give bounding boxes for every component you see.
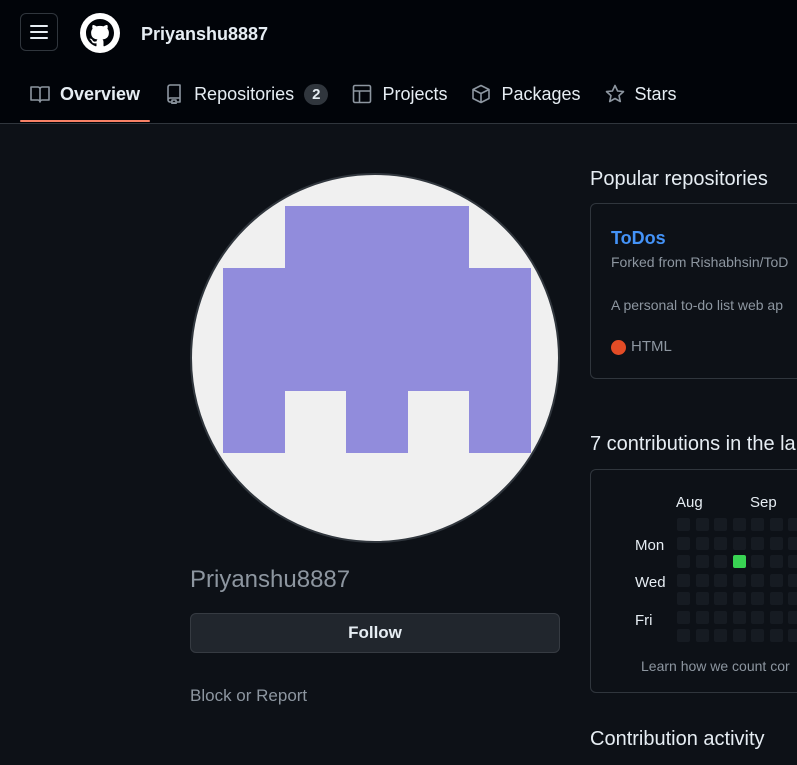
table-icon xyxy=(352,84,372,104)
avatar-identicon-block xyxy=(469,391,531,453)
contribution-day-cell[interactable] xyxy=(677,518,690,531)
month-label: Aug xyxy=(676,494,703,511)
contribution-graph: Aug Sep Mon Wed Fri Learn how we count c… xyxy=(590,469,797,693)
contribution-day-cell[interactable] xyxy=(751,610,764,624)
menu-button[interactable] xyxy=(20,13,58,51)
contribution-day-cell[interactable] xyxy=(714,536,727,550)
contribution-day-cell[interactable] xyxy=(695,555,709,568)
contribution-day-cell[interactable] xyxy=(788,610,797,624)
top-header: Priyanshu8887 Overview Repositories 2 Pr… xyxy=(0,0,797,124)
contribution-day-cell[interactable] xyxy=(751,573,764,587)
tab-label: Stars xyxy=(634,83,677,104)
contribution-day-cell[interactable] xyxy=(677,573,690,587)
repo-icon xyxy=(164,84,184,104)
contribution-day-cell[interactable] xyxy=(695,573,709,587)
book-icon xyxy=(30,84,50,104)
day-label: Fri xyxy=(635,612,653,629)
popular-repos-title: Popular repositories xyxy=(590,168,768,190)
contribution-activity-title: Contribution activity xyxy=(590,728,765,750)
contribution-day-cell[interactable] xyxy=(732,518,746,531)
repo-language: HTML xyxy=(631,338,672,355)
repo-forked-from[interactable]: Forked from Rishabhsin/ToD xyxy=(611,254,788,270)
contribution-day-cell[interactable] xyxy=(677,592,690,605)
tab-label: Projects xyxy=(382,83,448,104)
contribution-day-cell[interactable] xyxy=(695,518,709,531)
contribution-day-cell[interactable] xyxy=(769,573,783,587)
contribution-day-cell[interactable] xyxy=(714,573,727,587)
contribution-day-cell[interactable] xyxy=(769,592,783,605)
month-label: Sep xyxy=(750,494,777,511)
tab-repositories[interactable]: Repositories 2 xyxy=(154,72,338,116)
tab-label: Repositories xyxy=(194,83,295,104)
repo-description: A personal to-do list web ap xyxy=(611,297,783,313)
contribution-day-cell[interactable] xyxy=(732,610,746,624)
profile-tabs: Overview Repositories 2 Projects Package… xyxy=(20,72,691,122)
tab-projects[interactable]: Projects xyxy=(342,72,457,116)
repo-card: ToDos Forked from Rishabhsin/ToD A perso… xyxy=(590,203,797,379)
contribution-day-cell[interactable] xyxy=(695,592,709,605)
tab-packages[interactable]: Packages xyxy=(461,72,590,116)
contribution-day-cell[interactable] xyxy=(714,592,727,605)
contribution-day-cell[interactable] xyxy=(732,629,746,642)
block-or-report-link[interactable]: Block or Report xyxy=(190,686,307,706)
contribution-day-cell[interactable] xyxy=(788,536,797,550)
day-label: Mon xyxy=(635,537,665,554)
contribution-day-cell[interactable] xyxy=(751,536,764,550)
contribution-day-cell[interactable] xyxy=(751,555,764,568)
star-icon xyxy=(605,84,625,104)
avatar-identicon-block xyxy=(285,206,469,268)
learn-contributions-link[interactable]: Learn how we count cor xyxy=(641,658,790,674)
contribution-day-cell[interactable] xyxy=(695,610,709,624)
contribution-day-cell[interactable] xyxy=(788,555,797,568)
contribution-day-cell[interactable] xyxy=(751,629,764,642)
contribution-day-cell[interactable] xyxy=(788,592,797,605)
contribution-day-cell[interactable] xyxy=(714,555,727,568)
contributions-title: 7 contributions in the la xyxy=(590,433,796,455)
contribution-day-cell[interactable] xyxy=(732,555,746,568)
header-username[interactable]: Priyanshu8887 xyxy=(141,24,268,45)
avatar-identicon-block xyxy=(223,268,531,391)
github-logo-icon[interactable] xyxy=(80,13,120,53)
contribution-day-cell[interactable] xyxy=(732,592,746,605)
contribution-day-cell[interactable] xyxy=(677,629,690,642)
contribution-day-cell[interactable] xyxy=(714,518,727,531)
avatar xyxy=(190,173,560,543)
contribution-day-cell[interactable] xyxy=(751,592,764,605)
contribution-day-cell[interactable] xyxy=(788,629,797,642)
day-label: Wed xyxy=(635,574,666,591)
tab-overview[interactable]: Overview xyxy=(20,72,151,122)
contribution-day-cell[interactable] xyxy=(769,610,783,624)
contribution-day-cell[interactable] xyxy=(677,536,690,550)
contribution-day-cell[interactable] xyxy=(769,629,783,642)
contribution-day-cell[interactable] xyxy=(695,536,709,550)
tab-label: Packages xyxy=(501,83,581,104)
tab-label: Overview xyxy=(60,83,141,104)
contribution-day-cell[interactable] xyxy=(732,573,746,587)
profile-username: Priyanshu8887 xyxy=(190,566,351,593)
avatar-identicon-block xyxy=(346,391,408,453)
contribution-day-cell[interactable] xyxy=(732,536,746,550)
contribution-day-cell[interactable] xyxy=(677,610,690,624)
repo-count-badge: 2 xyxy=(304,83,329,105)
follow-button[interactable]: Follow xyxy=(190,613,560,653)
package-icon xyxy=(471,84,491,104)
contribution-day-cell[interactable] xyxy=(788,518,797,531)
repo-name-link[interactable]: ToDos xyxy=(611,228,666,249)
hamburger-icon xyxy=(30,25,48,39)
contribution-day-cell[interactable] xyxy=(769,555,783,568)
contribution-day-cell[interactable] xyxy=(695,629,709,642)
contribution-day-cell[interactable] xyxy=(769,536,783,550)
tab-stars[interactable]: Stars xyxy=(595,72,687,116)
contribution-day-cell[interactable] xyxy=(788,573,797,587)
avatar-identicon-block xyxy=(223,391,285,453)
contribution-day-cell[interactable] xyxy=(677,555,690,568)
language-color-dot xyxy=(611,340,626,355)
contribution-day-cell[interactable] xyxy=(751,518,764,531)
contribution-day-cell[interactable] xyxy=(714,629,727,642)
contribution-day-cell[interactable] xyxy=(769,518,783,531)
contribution-day-cell[interactable] xyxy=(714,610,727,624)
